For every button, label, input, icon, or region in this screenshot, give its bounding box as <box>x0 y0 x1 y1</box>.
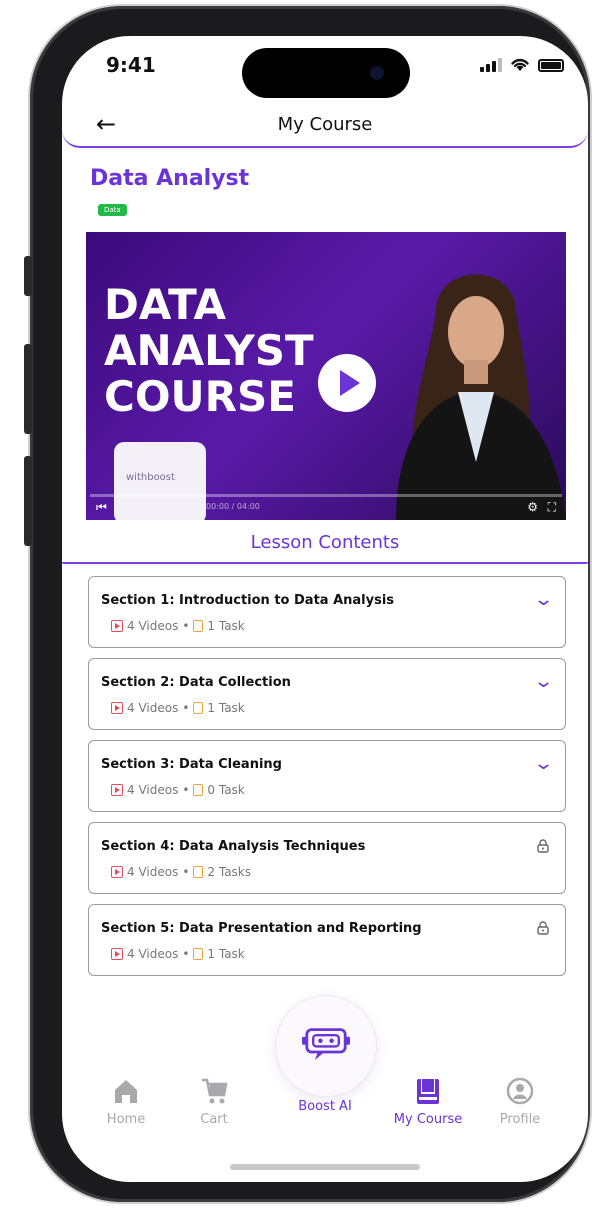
app-screen: 9:41 ← My Course Data Analyst Data DATA … <box>62 36 588 1182</box>
chevron-down-icon[interactable]: ⌄ <box>533 753 554 774</box>
video-icon <box>111 702 123 714</box>
video-time: 00:00 / 04:00 <box>206 502 260 511</box>
section-title: Section 3: Data Cleaning <box>101 757 282 772</box>
signal-icon <box>480 58 502 72</box>
section-title: Section 5: Data Presentation and Reporti… <box>101 921 422 936</box>
section-title: Section 2: Data Collection <box>101 675 291 690</box>
phone-silent-switch <box>24 256 32 296</box>
page-title: My Course <box>277 114 373 135</box>
lesson-contents-title: Lesson Contents <box>250 532 400 553</box>
tab-home[interactable]: Home <box>86 1076 166 1127</box>
tab-my-course[interactable]: My Course <box>388 1076 468 1127</box>
phone-volume-down <box>24 456 32 546</box>
lock-icon <box>537 839 549 853</box>
video-icon <box>111 948 123 960</box>
video-icon <box>111 620 123 632</box>
robot-icon <box>302 1028 350 1060</box>
battery-icon <box>538 59 564 72</box>
section-item-4[interactable]: Section 4: Data Analysis Techniques 4 Vi… <box>88 822 566 894</box>
home-icon <box>115 1080 137 1103</box>
camera-icon <box>370 66 384 80</box>
task-icon <box>193 702 204 714</box>
section-title: Section 1: Introduction to Data Analysis <box>101 593 395 608</box>
section-title: Section 4: Data Analysis Techniques <box>101 839 366 854</box>
cart-icon <box>202 1078 228 1104</box>
video-logo-text: withboost <box>126 472 175 483</box>
tab-cart[interactable]: Cart <box>174 1076 254 1127</box>
video-icon <box>111 784 123 796</box>
skip-back-icon[interactable]: ⏮ <box>96 500 107 515</box>
status-time: 9:41 <box>106 53 156 77</box>
section-list: Section 1: Introduction to Data Analysis… <box>88 576 566 986</box>
task-icon <box>193 948 204 960</box>
section-meta: 4 Videos • 2 Tasks <box>111 865 251 879</box>
section-item-1[interactable]: Section 1: Introduction to Data Analysis… <box>88 576 566 648</box>
video-player[interactable]: DATA ANALYST COURSE withboost ⏮ 00:00 / … <box>86 232 566 520</box>
video-icon <box>111 866 123 878</box>
fullscreen-icon[interactable]: ⛶ <box>548 500 556 515</box>
task-icon <box>193 620 204 632</box>
tab-profile-label: Profile <box>499 1112 541 1127</box>
wifi-icon <box>511 58 529 71</box>
course-tag: Data <box>98 204 127 216</box>
lesson-divider <box>62 562 588 564</box>
section-meta: 4 Videos • 0 Task <box>111 783 245 797</box>
tab-home-label: Home <box>106 1112 146 1127</box>
dynamic-island <box>242 48 410 98</box>
section-meta: 4 Videos • 1 Task <box>111 947 245 961</box>
section-item-5[interactable]: Section 5: Data Presentation and Reporti… <box>88 904 566 976</box>
status-icons <box>480 56 564 72</box>
phone-volume-up <box>24 344 32 434</box>
task-icon <box>193 866 204 878</box>
play-button[interactable] <box>318 354 376 412</box>
video-overlay-text: DATA ANALYST COURSE <box>104 280 314 421</box>
video-progress-bar[interactable] <box>90 494 562 497</box>
tab-my-course-label: My Course <box>393 1112 463 1127</box>
tab-profile[interactable]: Profile <box>480 1076 560 1127</box>
bottom-tab-bar: Home Cart My Course Profile <box>62 1076 588 1136</box>
task-icon <box>193 784 204 796</box>
lock-icon <box>537 921 549 935</box>
course-title: Data Analyst <box>90 166 250 191</box>
app-header: ← My Course <box>62 104 588 148</box>
home-indicator[interactable] <box>230 1164 420 1170</box>
section-item-3[interactable]: Section 3: Data Cleaning 4 Videos • 0 Ta… <box>88 740 566 812</box>
profile-icon <box>506 1077 534 1105</box>
book-icon <box>417 1079 439 1104</box>
tab-cart-label: Cart <box>200 1112 228 1127</box>
instructor-image <box>396 274 566 520</box>
chevron-down-icon[interactable]: ⌄ <box>533 671 554 692</box>
section-meta: 4 Videos • 1 Task <box>111 619 245 633</box>
chevron-down-icon[interactable]: ⌄ <box>533 589 554 610</box>
section-meta: 4 Videos • 1 Task <box>111 701 245 715</box>
settings-gear-icon[interactable]: ⚙ <box>527 500 538 514</box>
section-item-2[interactable]: Section 2: Data Collection 4 Videos • 1 … <box>88 658 566 730</box>
video-logo-card: withboost <box>114 442 206 520</box>
